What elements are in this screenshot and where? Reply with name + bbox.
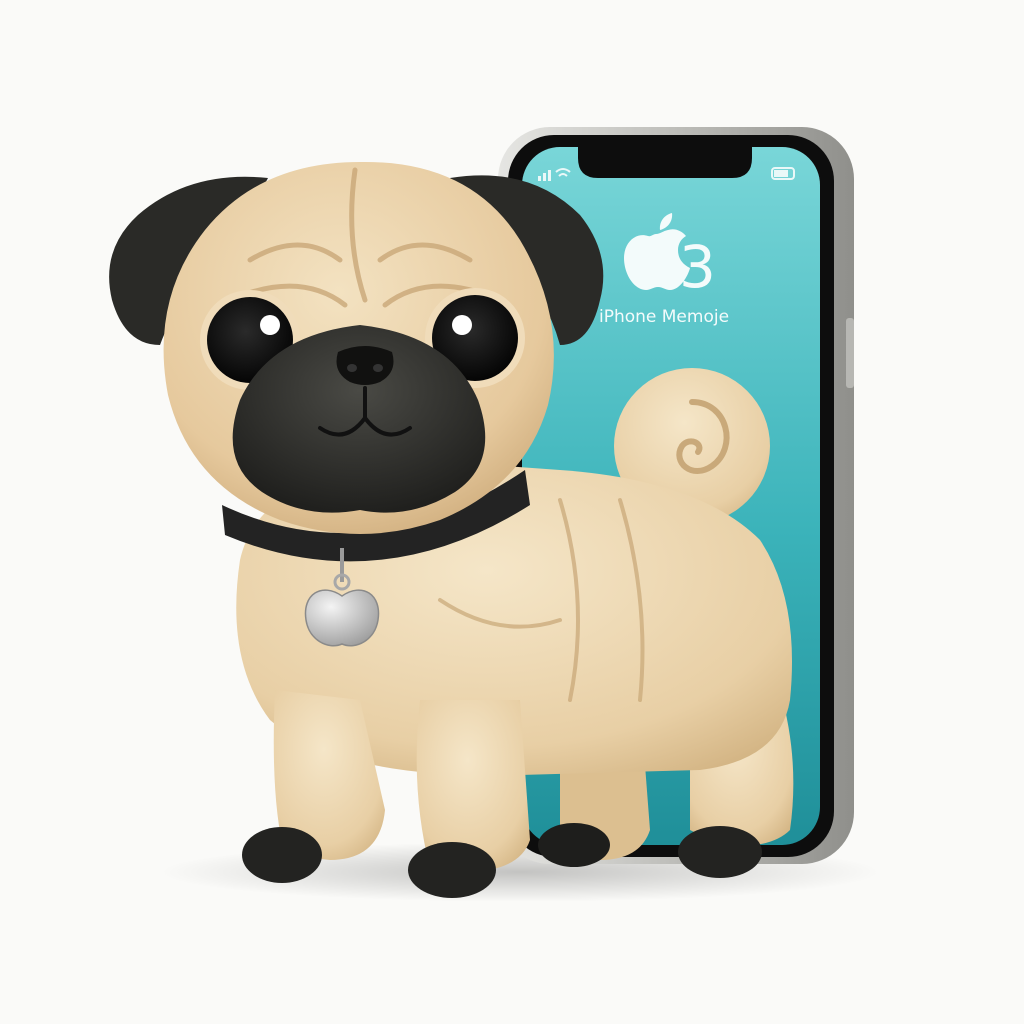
screen-number: 3 [679, 233, 716, 301]
side-button [846, 318, 854, 388]
illustration: 3 iPhone Memoje [109, 127, 880, 902]
screen-caption: iPhone Memoje [599, 307, 729, 327]
pug-paw-front-right [408, 842, 496, 898]
pug-paw-back-left [538, 823, 610, 867]
scene: 3 iPhone Memoje [0, 0, 1024, 1024]
phone-notch [578, 147, 752, 178]
pug-paw-front-left [242, 827, 322, 883]
pug-paw-back-right [678, 826, 762, 878]
